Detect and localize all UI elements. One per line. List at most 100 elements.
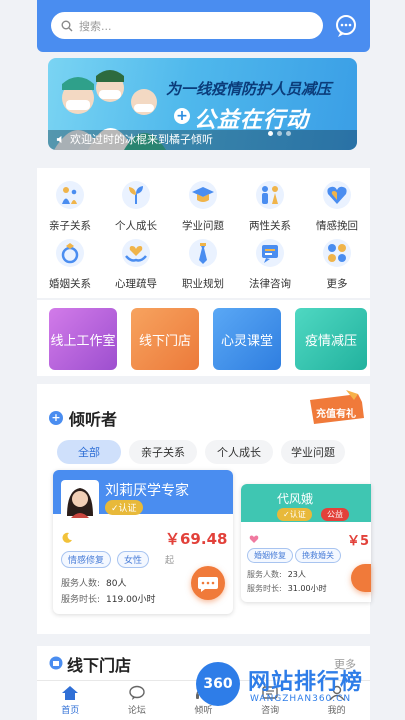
menu-label: 亲子关系 [49,220,91,232]
chat-bubble-icon [198,577,218,592]
message-icon[interactable] [334,14,358,38]
menu-item-growth[interactable]: 个人成长 [104,180,168,233]
check-icon: ✓ [283,510,290,519]
ring-icon [56,239,84,267]
banner-pager [268,131,291,136]
menu-item-legal[interactable]: 法律咨询 [238,238,302,291]
ticker-text: 欢迎过时的冰棍来到橘子倾听 [70,133,213,146]
recharge-promo[interactable]: 充值有礼 [306,390,366,426]
menu-label: 职业规划 [182,278,224,290]
card-offline-store[interactable]: 线下门店 [131,308,199,370]
search-icon [61,20,73,31]
family-icon [56,181,84,209]
menu-item-parenting[interactable]: 亲子关系 [38,180,102,233]
plus-icon: + [174,108,190,124]
watermark-text: 网站排行榜 [248,670,364,695]
card-label: 心灵课堂 [220,333,273,349]
graduation-cap-icon [189,181,217,209]
check-icon: ✓ [111,504,119,514]
charity-badge: 公益 [321,508,349,521]
heart-small-icon [249,535,259,543]
tag: 挽救婚关 [295,548,341,563]
card-label: 线上工作室 [50,333,116,349]
stat-hours: 服务时长: 119.00小时 [61,592,156,605]
tab-forum[interactable]: 论坛 [104,681,171,720]
category-menu: 亲子关系 个人成长 学业问题 两性关系 情感挽回 婚姻关系 心理疏导 职业规划 … [37,168,370,298]
banner-headline: 为一线疫情防护人员减压 [166,80,332,98]
menu-label: 两性关系 [249,220,291,232]
store-title: 线下门店 [67,656,132,675]
tie-icon [189,239,217,267]
card-label: 线下门店 [138,333,191,349]
stat-label: 服务时长: [61,595,101,605]
top-bar: 搜索... [37,0,370,52]
promo-banner[interactable]: 为一线疫情防护人员减压 + 公益在行动 欢迎过时的冰棍来到橘子倾听 [48,58,357,150]
stat-label: 服务人数: [247,570,282,579]
section-title: + 倾听者 [49,406,117,430]
verified-badge: ✓认证 [277,508,312,521]
stat-clients: 服务人数: 23人 [247,569,306,580]
card-mind-class[interactable]: 心灵课堂 [213,308,281,370]
watermark-url: WANGZHAN360.CN [250,694,352,704]
tab-study[interactable]: 学业问题 [281,440,345,464]
stat-value: 119.00小时 [106,595,156,605]
chat-fab[interactable] [191,566,225,600]
menu-item-marriage[interactable]: 婚姻关系 [38,238,102,291]
watermark: 360 网站排行榜 WANGZHAN360.CN [192,650,405,720]
card-stress-relief[interactable]: 疫情减压 [295,308,367,370]
tab-label: 全部 [78,446,100,459]
price: ￥69.48 起 [165,528,233,567]
menu-item-study[interactable]: 学业问题 [171,180,235,233]
service-cards: 线上工作室 线下门店 心灵课堂 疫情减压 [37,300,370,376]
stat-clients: 服务人数: 80人 [61,576,127,589]
moon-icon [62,532,72,543]
forum-icon [129,685,145,700]
menu-label: 婚姻关系 [49,278,91,290]
price-value: ￥5 [347,534,370,549]
listener-filter-tabs: 全部 亲子关系 个人成长 学业问题 [57,440,345,464]
tab-parenting[interactable]: 亲子关系 [129,440,197,464]
pager-dot [277,131,282,136]
menu-label: 学业问题 [182,220,224,232]
stat-label: 服务人数: [61,579,101,589]
stat-value: 80人 [106,579,127,589]
menu-label: 更多 [326,278,348,290]
pager-dot [286,131,291,136]
plus-circle-icon: + [49,411,63,425]
tab-label: 首页 [61,706,80,716]
menu-item-recovery[interactable]: 情感挽回 [305,180,369,233]
card-online-studio[interactable]: 线上工作室 [49,308,117,370]
avatar [61,480,99,518]
menu-item-counseling[interactable]: 心理疏导 [104,238,168,291]
announcement-ticker[interactable]: 欢迎过时的冰棍来到橘子倾听 [48,130,357,150]
verified-badge: ✓认证 [105,500,143,515]
menu-label: 个人成长 [115,220,157,232]
badge-text: 认证 [118,504,137,514]
stat-hours: 服务时长: 31.00小时 [247,583,327,594]
card-label: 疫情减压 [304,333,357,349]
search-placeholder: 搜索... [79,19,112,33]
menu-item-relationship[interactable]: 两性关系 [238,180,302,233]
tab-label: 亲子关系 [141,446,185,459]
menu-item-more[interactable]: 更多 [305,238,369,291]
grid-more-icon [323,239,351,267]
stat-value: 23人 [287,570,306,579]
price-value: ￥69.48 [165,530,228,548]
watermark-logo: 360 [196,662,240,706]
law-icon [256,239,284,267]
tab-growth[interactable]: 个人成长 [205,440,273,464]
price-unit: 起 [165,556,175,566]
tab-all[interactable]: 全部 [57,440,121,464]
tab-label: 论坛 [127,706,146,716]
store-marker-icon [49,656,63,670]
menu-label: 心理疏导 [115,278,157,290]
menu-item-career[interactable]: 职业规划 [171,238,235,291]
listeners-section: + 倾听者 充值有礼 全部 亲子关系 个人成长 学业问题 刘莉厌学专家 ✓认证 … [37,384,371,634]
tab-label: 个人成长 [217,446,261,459]
heart-hands-icon [122,239,150,267]
sprout-icon [122,181,150,209]
search-input[interactable]: 搜索... [51,12,323,39]
pager-dot [268,131,273,136]
tab-home[interactable]: 首页 [37,681,104,720]
chat-fab[interactable] [351,564,371,592]
